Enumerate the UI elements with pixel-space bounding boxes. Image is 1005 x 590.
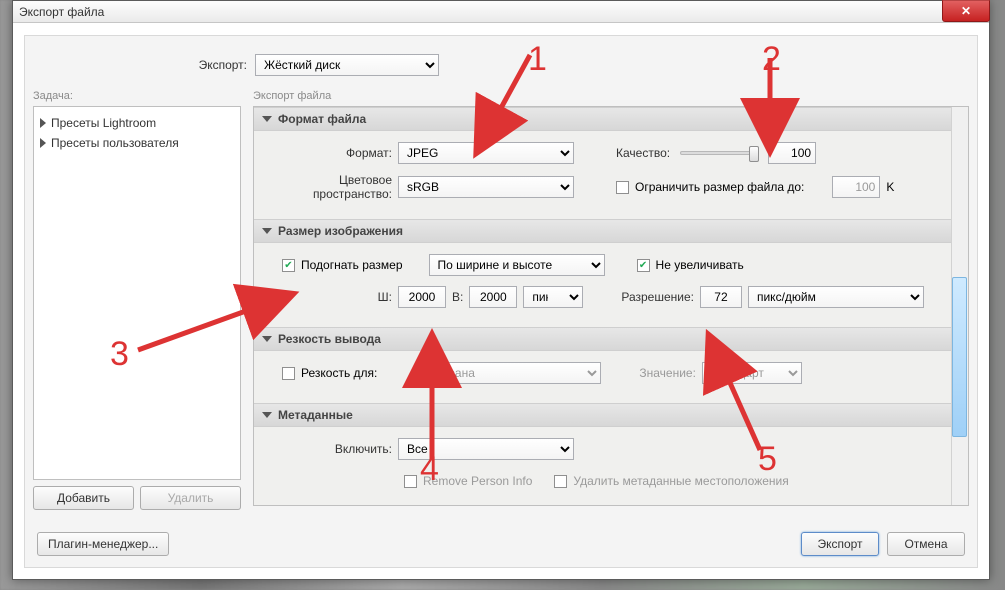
sharpen-amount-label: Значение: [639,366,696,380]
footer: Плагин-менеджер... Экспорт Отмена [25,521,977,567]
close-icon: ✕ [961,4,971,18]
main-panel: Экспорт файла Формат файла Формат: JPEG … [253,90,969,510]
limit-filesize-input[interactable] [832,176,880,198]
noupscale-label: Не увеличивать [656,258,744,272]
preset-label: Пресеты Lightroom [51,116,156,130]
remove-person-label: Remove Person Info [423,474,532,488]
limit-filesize-checkbox[interactable] [616,181,629,194]
width-label: Ш: [266,290,392,304]
resolution-input[interactable] [700,286,742,308]
limit-filesize-label: Ограничить размер файла до: [635,180,804,194]
main-header: Экспорт файла [253,90,969,102]
preset-list[interactable]: Пресеты Lightroom Пресеты пользователя [33,106,241,480]
export-destination-row: Экспорт: Жёсткий диск [25,36,977,90]
section-size-header[interactable]: Размер изображения [254,219,968,243]
preset-label: Пресеты пользователя [51,136,179,150]
remove-location-checkbox[interactable] [554,475,567,488]
colorspace-label: Цветовое пространство: [266,173,392,201]
section-format-header[interactable]: Формат файла [254,107,968,131]
export-dialog: Экспорт файла ✕ Экспорт: Жёсткий диск За… [12,0,990,580]
scrollbar[interactable] [951,107,968,505]
close-button[interactable]: ✕ [942,0,990,22]
dialog-body: Экспорт: Жёсткий диск Задача: Пресеты Li… [24,35,978,568]
export-button[interactable]: Экспорт [801,532,879,556]
window-title: Экспорт файла [19,5,104,19]
section-sharpen-body: Резкость для: Экрана Значение: Стандарт [254,351,968,403]
titlebar[interactable]: Экспорт файла ✕ [13,1,989,23]
section-sharpen-header[interactable]: Резкость вывода [254,327,968,351]
add-preset-button[interactable]: Добавить [33,486,134,510]
sharpen-amount-select[interactable]: Стандарт [702,362,802,384]
sidebar-header: Задача: [33,90,241,102]
resolution-label: Разрешение: [621,290,694,304]
remove-preset-button[interactable]: Удалить [140,486,241,510]
chevron-down-icon [262,228,272,234]
export-destination-select[interactable]: Жёсткий диск [255,54,439,76]
cancel-button[interactable]: Отмена [887,532,965,556]
section-format-body: Формат: JPEG Качество: Цветовое простран… [254,131,968,219]
format-label: Формат: [266,146,392,160]
unit-select[interactable]: пиксел [523,286,583,308]
sharpen-label: Резкость для: [301,366,377,380]
quality-slider[interactable] [680,151,758,155]
export-label: Экспорт: [25,58,247,72]
preset-lightroom[interactable]: Пресеты Lightroom [38,113,236,133]
include-select[interactable]: Все [398,438,574,460]
limit-unit: K [886,180,894,194]
sidebar: Задача: Пресеты Lightroom Пресеты пользо… [33,90,241,510]
chevron-down-icon [262,336,272,342]
section-size-body: ✔ Подогнать размер По ширине и высоте ✔ … [254,243,968,327]
sharpen-for-select[interactable]: Экрана [425,362,601,384]
colorspace-select[interactable]: sRGB [398,176,574,198]
scrollbar-thumb[interactable] [952,277,967,437]
height-input[interactable] [469,286,517,308]
width-input[interactable] [398,286,446,308]
sharpen-checkbox[interactable] [282,367,295,380]
settings-scroll: Формат файла Формат: JPEG Качество: Цв [253,106,969,506]
quality-input[interactable] [768,142,816,164]
triangle-icon [40,118,46,128]
quality-label: Качество: [616,146,670,160]
chevron-down-icon [262,412,272,418]
plugin-manager-button[interactable]: Плагин-менеджер... [37,532,169,556]
chevron-down-icon [262,116,272,122]
remove-person-checkbox[interactable] [404,475,417,488]
remove-location-label: Удалить метаданные местоположения [573,474,788,488]
height-label: В: [452,290,463,304]
section-metadata-body: Включить: Все Remove Person Info Удалить… [254,427,968,506]
triangle-icon [40,138,46,148]
noupscale-checkbox[interactable]: ✔ [637,259,650,272]
include-label: Включить: [266,442,392,456]
resolution-unit-select[interactable]: пикс/дюйм [748,286,924,308]
section-metadata-header[interactable]: Метаданные [254,403,968,427]
fit-mode-select[interactable]: По ширине и высоте [429,254,605,276]
slider-thumb[interactable] [749,146,759,162]
preset-user[interactable]: Пресеты пользователя [38,133,236,153]
fit-checkbox[interactable]: ✔ [282,259,295,272]
fit-label: Подогнать размер [301,258,403,272]
format-select[interactable]: JPEG [398,142,574,164]
